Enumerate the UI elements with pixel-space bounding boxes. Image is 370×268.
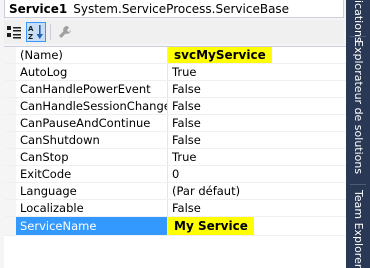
side-tab-separator [350,184,366,185]
property-grid: (Name) svcMyService AutoLog True CanHand… [4,46,346,268]
property-row-language[interactable]: Language (Par défaut) [4,183,346,200]
svg-text:Z: Z [28,33,33,40]
property-name: ServiceName [16,217,168,235]
property-name: CanHandlePowerEvent [16,81,168,97]
property-row-localizable[interactable]: Localizable False [4,200,346,217]
property-value: svcMyService [168,47,272,63]
object-selector[interactable]: Service1 System.ServiceProcess.ServiceBa… [4,0,344,18]
property-value[interactable]: True [168,149,346,165]
property-name: CanPauseAndContinue [16,115,168,131]
property-pages-button[interactable] [55,22,75,42]
categorized-icon [7,26,21,39]
alphabetical-button[interactable]: A Z [26,22,46,42]
property-row-servicename[interactable]: ServiceName My Service [4,217,346,236]
side-tab-solution-explorer[interactable]: Explorateur de solutions [352,40,365,174]
property-name: (Name) [16,47,168,63]
property-row-canshutdown[interactable]: CanShutdown False [4,132,346,149]
row-gutter [4,64,16,80]
side-tab-separator [350,36,366,37]
property-name: CanShutdown [16,132,168,148]
object-name: Service1 [9,1,68,16]
row-gutter [4,115,16,131]
property-name: Language [16,183,168,199]
property-value[interactable]: False [168,132,346,148]
property-value[interactable]: (Par défaut) [168,183,346,199]
property-value[interactable]: 0 [168,166,346,182]
property-value-cell[interactable]: svcMyService [168,47,346,63]
row-gutter [4,47,16,63]
row-gutter [4,200,16,216]
row-gutter [4,166,16,182]
property-value[interactable]: False [168,98,346,114]
toolbar-separator [50,24,51,40]
object-type: System.ServiceProcess.ServiceBase [73,1,290,16]
properties-window: Service1 System.ServiceProcess.ServiceBa… [0,0,346,268]
row-gutter [4,217,16,235]
property-name: Localizable [16,200,168,216]
svg-text:A: A [28,25,34,33]
property-row-canpauseandcontinue[interactable]: CanPauseAndContinue False [4,115,346,132]
property-row-exitcode[interactable]: ExitCode 0 [4,166,346,183]
side-tab-strip: ications Explorateur de solutions Team E… [346,0,370,268]
property-name: CanStop [16,149,168,165]
side-tab-team-explorer[interactable]: Team Explorer [352,190,365,268]
row-gutter [4,81,16,97]
property-value[interactable]: True [168,64,346,80]
wrench-icon [59,26,71,38]
property-value: My Service [168,217,254,235]
property-row-autolog[interactable]: AutoLog True [4,64,346,81]
property-row-name[interactable]: (Name) svcMyService [4,47,346,64]
categorized-button[interactable] [4,22,24,42]
property-value[interactable]: False [168,200,346,216]
property-row-canhandlepowerevent[interactable]: CanHandlePowerEvent False [4,81,346,98]
properties-toolbar: A Z [4,20,344,44]
property-value[interactable]: False [168,81,346,97]
alphabetical-icon: A Z [28,25,43,40]
property-row-canstop[interactable]: CanStop True [4,149,346,166]
row-gutter [4,149,16,165]
property-value[interactable]: False [168,115,346,131]
property-row-canhandlesessionchangeevent[interactable]: CanHandleSessionChangeEvent False [4,98,346,115]
property-name: ExitCode [16,166,168,182]
row-gutter [4,183,16,199]
property-name: AutoLog [16,64,168,80]
row-gutter [4,98,16,114]
row-gutter [4,132,16,148]
property-value-cell[interactable]: My Service [168,217,346,235]
property-name: CanHandleSessionChangeEvent [16,98,168,114]
